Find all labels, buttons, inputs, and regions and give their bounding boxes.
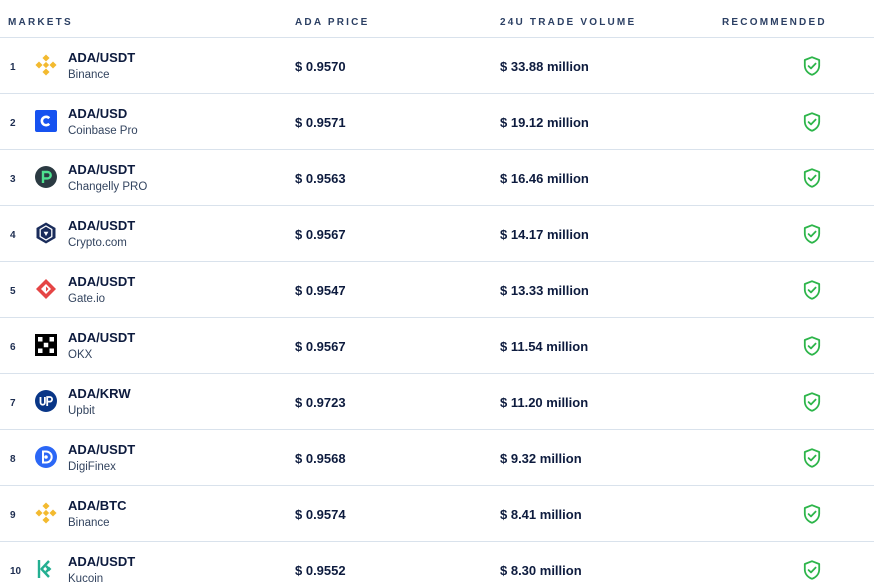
ada-price: $ 0.9568 (295, 451, 346, 466)
trading-pair[interactable]: ADA/USD (68, 106, 127, 121)
shield-check-icon (803, 560, 821, 580)
rank-number: 9 (10, 510, 16, 521)
rank-number: 6 (10, 342, 16, 353)
ada-price: $ 0.9552 (295, 563, 346, 578)
trading-pair[interactable]: ADA/USDT (68, 218, 135, 233)
shield-check-icon (803, 504, 821, 524)
table-row[interactable]: 4 ADA/USDT Crypto.com $ 0.9567 $ 14.17 m… (0, 206, 874, 262)
upbit-logo-icon (35, 390, 57, 412)
table-row[interactable]: 5 ADA/USDT Gate.io $ 0.9547 $ 13.33 mill… (0, 262, 874, 318)
table-row[interactable]: 3 ADA/USDT Changelly PRO $ 0.9563 $ 16.4… (0, 150, 874, 206)
table-row[interactable]: 9 ADA/BTC Binance $ 0.9574 $ 8.41 millio… (0, 486, 874, 542)
ada-price: $ 0.9563 (295, 171, 346, 186)
markets-column-header[interactable]: MARKETS (8, 17, 73, 28)
trading-pair[interactable]: ADA/BTC (68, 498, 127, 513)
coinbase-logo-icon (35, 110, 57, 132)
exchange-name[interactable]: OKX (68, 349, 92, 361)
rank-number: 10 (10, 566, 22, 577)
exchange-name[interactable]: Gate.io (68, 293, 105, 305)
rank-number: 4 (10, 230, 16, 241)
trade-volume: $ 11.54 million (500, 339, 589, 354)
table-header: MARKETS ADA PRICE 24U TRADE VOLUME RECOM… (0, 0, 874, 38)
table-row[interactable]: 1 ADA/USDT Binance $ 0.9570 $ 33.88 mill… (0, 38, 874, 94)
rank-number: 5 (10, 286, 16, 297)
rank-number: 2 (10, 118, 16, 129)
trade-volume: $ 13.33 million (500, 283, 589, 298)
table-row[interactable]: 7 ADA/KRW Upbit $ 0.9723 $ 11.20 million (0, 374, 874, 430)
shield-check-icon (803, 280, 821, 300)
binance-logo-icon (35, 54, 57, 76)
recommended-column-header[interactable]: RECOMMENDED (722, 17, 827, 28)
trading-pair[interactable]: ADA/USDT (68, 554, 135, 569)
shield-check-icon (803, 336, 821, 356)
exchange-name[interactable]: Upbit (68, 405, 95, 417)
ada-price-column-header[interactable]: ADA PRICE (295, 17, 369, 28)
okx-logo-icon (35, 334, 57, 356)
ada-price: $ 0.9574 (295, 507, 346, 522)
trading-pair[interactable]: ADA/USDT (68, 330, 135, 345)
markets-table: MARKETS ADA PRICE 24U TRADE VOLUME RECOM… (0, 0, 874, 586)
rank-number: 3 (10, 174, 16, 185)
trading-pair[interactable]: ADA/USDT (68, 162, 135, 177)
ada-price: $ 0.9567 (295, 339, 346, 354)
exchange-name[interactable]: Changelly PRO (68, 181, 147, 193)
exchange-name[interactable]: Crypto.com (68, 237, 127, 249)
trade-volume-column-header[interactable]: 24U TRADE VOLUME (500, 17, 636, 28)
shield-check-icon (803, 112, 821, 132)
table-row[interactable]: 10 ADA/USDT Kucoin $ 0.9552 $ 8.30 milli… (0, 542, 874, 586)
shield-check-icon (803, 448, 821, 468)
gate-io-logo-icon (35, 278, 57, 300)
shield-check-icon (803, 224, 821, 244)
trading-pair[interactable]: ADA/USDT (68, 442, 135, 457)
ada-price: $ 0.9571 (295, 115, 346, 130)
kucoin-logo-icon (35, 558, 57, 580)
digifinex-logo-icon (35, 446, 57, 468)
rank-number: 8 (10, 454, 16, 465)
binance-logo-icon (35, 502, 57, 524)
trade-volume: $ 8.30 million (500, 563, 582, 578)
shield-check-icon (803, 56, 821, 76)
trade-volume: $ 33.88 million (500, 59, 589, 74)
trade-volume: $ 11.20 million (500, 395, 589, 410)
exchange-name[interactable]: DigiFinex (68, 461, 116, 473)
ada-price: $ 0.9570 (295, 59, 346, 74)
exchange-name[interactable]: Coinbase Pro (68, 125, 138, 137)
trading-pair[interactable]: ADA/KRW (68, 386, 131, 401)
trading-pair[interactable]: ADA/USDT (68, 274, 135, 289)
trading-pair[interactable]: ADA/USDT (68, 50, 135, 65)
table-row[interactable]: 6 ADA/USDT OKX $ 0.9567 $ 11.54 million (0, 318, 874, 374)
exchange-name[interactable]: Binance (68, 69, 110, 81)
exchange-name[interactable]: Kucoin (68, 573, 103, 585)
shield-check-icon (803, 392, 821, 412)
trade-volume: $ 19.12 million (500, 115, 589, 130)
exchange-name[interactable]: Binance (68, 517, 110, 529)
trade-volume: $ 9.32 million (500, 451, 582, 466)
trade-volume: $ 14.17 million (500, 227, 589, 242)
ada-price: $ 0.9547 (295, 283, 346, 298)
ada-price: $ 0.9723 (295, 395, 346, 410)
rank-number: 1 (10, 62, 16, 73)
rank-number: 7 (10, 398, 16, 409)
changelly-logo-icon (35, 166, 57, 188)
table-row[interactable]: 2 ADA/USD Coinbase Pro $ 0.9571 $ 19.12 … (0, 94, 874, 150)
ada-price: $ 0.9567 (295, 227, 346, 242)
shield-check-icon (803, 168, 821, 188)
table-row[interactable]: 8 ADA/USDT DigiFinex $ 0.9568 $ 9.32 mil… (0, 430, 874, 486)
trade-volume: $ 16.46 million (500, 171, 589, 186)
crypto-com-logo-icon (35, 222, 57, 244)
trade-volume: $ 8.41 million (500, 507, 582, 522)
